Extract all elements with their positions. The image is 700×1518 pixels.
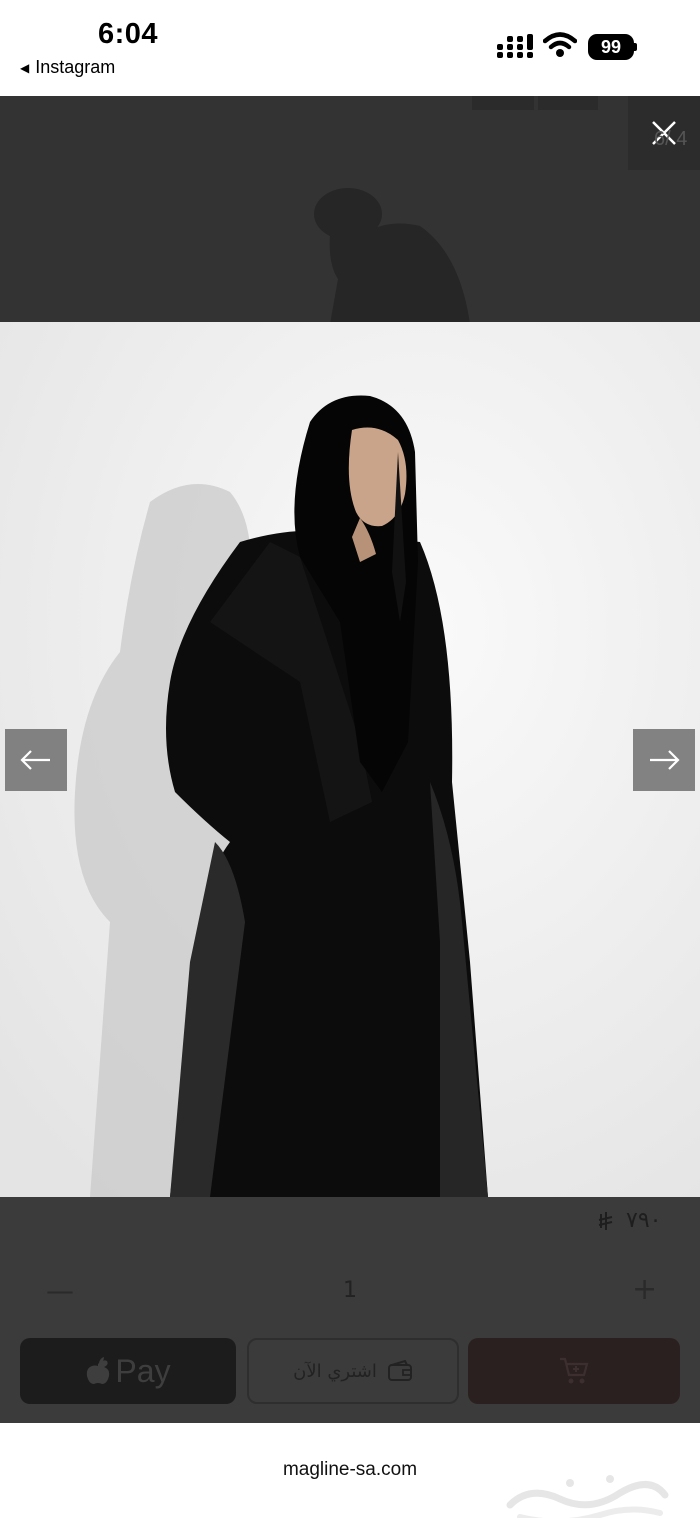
buy-now-button[interactable]: اشتري الآن xyxy=(247,1338,459,1404)
haraj-watermark-logo xyxy=(506,1475,669,1518)
status-bar: 6:04 ◀ Instagram 99 xyxy=(0,0,700,96)
arrow-right-icon xyxy=(650,750,680,770)
image-counter: 6/ 4 xyxy=(654,128,688,150)
product-photo xyxy=(0,322,700,1197)
quantity-decrease-button[interactable]: — xyxy=(46,1274,74,1307)
previous-image-strip xyxy=(0,96,700,322)
buy-now-label: اشتري الآن xyxy=(293,1360,377,1382)
quantity-stepper: — 1 + xyxy=(0,1268,700,1312)
quantity-value: 1 xyxy=(343,1278,357,1303)
back-triangle-icon: ◀ xyxy=(20,60,30,75)
previous-image-figure xyxy=(314,188,470,322)
add-to-cart-button[interactable] xyxy=(468,1338,680,1404)
url-field[interactable]: magline-sa.com xyxy=(246,1443,454,1497)
battery-indicator: 99 xyxy=(588,34,637,60)
browser-bottom-bar: magline-sa.com xyxy=(0,1423,700,1518)
apple-pay-button[interactable]: Pay xyxy=(20,1338,236,1404)
price-value: ٧٩٠ xyxy=(626,1208,662,1233)
arrow-left-icon xyxy=(20,750,50,770)
back-app-label: Instagram xyxy=(35,57,116,77)
wifi-icon xyxy=(543,32,577,57)
apple-pay-label: Pay xyxy=(115,1352,171,1389)
previous-image-button[interactable] xyxy=(5,729,67,791)
battery-level: 99 xyxy=(588,34,634,60)
wallet-icon xyxy=(387,1360,412,1381)
riyal-icon xyxy=(598,1211,613,1230)
status-time: 6:04 xyxy=(98,18,159,50)
product-price: ٧٩٠ xyxy=(598,1208,661,1233)
back-to-app-link[interactable]: ◀ Instagram xyxy=(20,57,115,78)
apple-logo-icon xyxy=(87,1357,110,1384)
quantity-increase-button[interactable]: + xyxy=(632,1272,657,1307)
cart-icon xyxy=(560,1357,589,1384)
next-image-button[interactable] xyxy=(633,729,695,791)
cellular-signal-icon xyxy=(497,34,533,58)
